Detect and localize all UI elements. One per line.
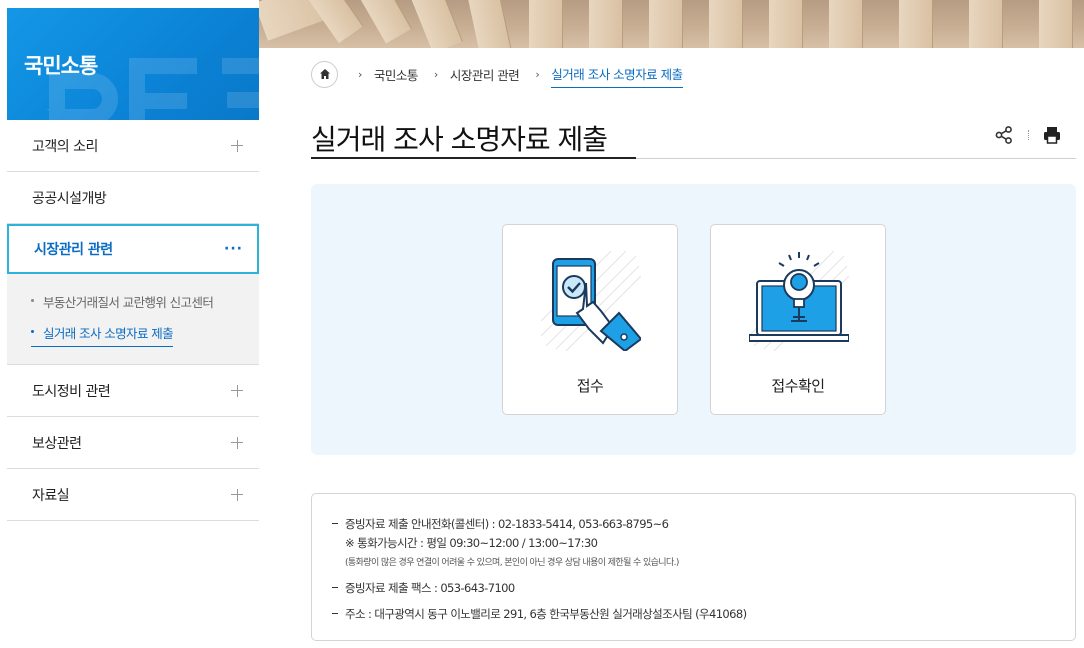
sidebar-item-label: 고객의 소리 [32,138,98,155]
submenu-item-report-center[interactable]: 부동산거래질서 교란행위 신고센터 [31,292,259,311]
sidebar-item-label: 자료실 [32,487,70,504]
info-address: 주소 : 대구광역시 동구 이노밸리로 291, 6층 한국부동산원 실거래상설… [332,606,1075,622]
toolbar-divider [1028,130,1030,140]
more-icon[interactable]: ··· [224,241,243,257]
breadcrumb-separator: › [358,67,362,81]
sidebar-item-label: 공공시설개방 [32,190,107,207]
breadcrumb-separator: › [433,67,438,81]
plus-icon[interactable] [231,384,243,397]
sidebar-item-archive[interactable]: 자료실 [7,469,259,521]
title-divider [311,157,1076,159]
sidebar-item-public-facility[interactable]: 공공시설개방 [7,172,259,224]
sidebar-item-label: 시장관리 관련 [34,242,113,258]
page-title: 실거래 조사 소명자료 제출 [311,123,608,156]
breadcrumb-current[interactable]: 실거래 조사 소명자료 제출 [551,64,683,88]
sidebar-item-compensation[interactable]: 보상관련 [7,417,259,469]
home-icon [319,69,330,79]
info-hours-note: (통화량이 많은 경우 연결이 어려울 수 있으며, 본인이 아닌 경우 상담 … [345,558,679,568]
top-banner-image [259,0,1084,48]
service-card-area: 접수 접수확인 [311,184,1076,455]
share-icon [995,126,1012,144]
breadcrumb-separator: › [535,67,540,81]
breadcrumb-item[interactable]: 국민소통 [374,65,419,84]
sidebar-item-label: 보상관련 [32,435,82,452]
plus-icon[interactable] [231,139,243,152]
home-button[interactable] [311,60,338,88]
sidebar-item-label: 도시정비 관련 [32,383,111,400]
submenu-item-submission[interactable]: 실거래 조사 소명자료 제출 [31,323,174,347]
share-button[interactable] [994,125,1014,145]
print-button[interactable] [1042,125,1062,145]
sidebar-submenu: 부동산거래질서 교란행위 신고센터 실거래 조사 소명자료 제출 [7,274,259,365]
breadcrumb: › 국민소통 › 시장관리 관련 › 실거래 조사 소명자료 제출 [311,60,683,88]
submit-card[interactable]: 접수 [502,224,678,415]
sidebar-menu: 고객의 소리 공공시설개방 시장관리 관련 ··· 부동산거래질서 교란행위 신… [7,120,259,521]
contact-info-box: 증빙자료 제출 안내전화(콜센터) : 02-1833-5414, 053-66… [311,493,1076,641]
sidebar-item-market-management[interactable]: 시장관리 관련 ··· [7,224,259,274]
print-icon [1044,127,1060,144]
laptop-bulb-icon [749,251,849,351]
plus-icon[interactable] [231,488,243,501]
info-fax: 증빙자료 제출 팩스 : 053-643-7100 [332,580,1075,596]
info-phone: 증빙자료 제출 안내전화(콜센터) : 02-1833-5414, 053-66… [332,516,1075,532]
breadcrumb-item[interactable]: 시장관리 관련 [450,65,520,84]
check-card[interactable]: 접수확인 [710,224,886,415]
check-card-label: 접수확인 [771,377,825,395]
sidebar-header: 국민소통 [7,8,259,120]
sidebar-title: 국민소통 [24,54,98,78]
submit-card-label: 접수 [576,377,604,395]
info-hours: ※ 통화가능시간 : 평일 09:30~12:00 / 13:00~17:30 [345,536,598,550]
phone-touch-icon [541,251,641,351]
plus-icon[interactable] [231,436,243,449]
sidebar-item-customer-voice[interactable]: 고객의 소리 [7,120,259,172]
sidebar-item-urban-renewal[interactable]: 도시정비 관련 [7,365,259,417]
